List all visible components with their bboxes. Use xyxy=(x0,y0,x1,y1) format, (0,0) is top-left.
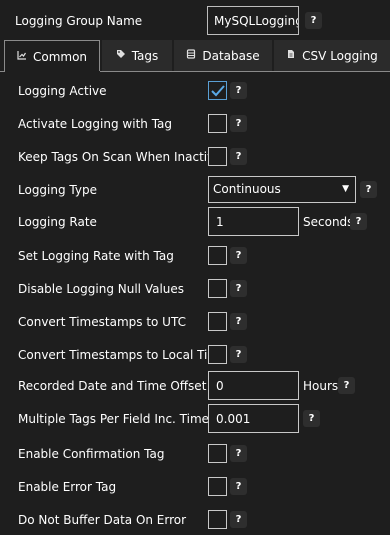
chevron-down-icon: ▼ xyxy=(342,184,349,194)
row-keep-tags-on-scan: Keep Tags On Scan When Inactive ? xyxy=(0,144,390,170)
tab-csv-logging[interactable]: CSV Logging xyxy=(274,40,390,71)
tab-database-label: Database xyxy=(202,48,260,63)
row-enable-error: Enable Error Tag ? xyxy=(0,474,390,500)
multi-tags-inc-label: Multiple Tags Per Field Inc. Time xyxy=(18,412,210,426)
set-rate-with-tag-checkbox[interactable] xyxy=(208,246,227,265)
enable-error-label: Enable Error Tag xyxy=(18,480,117,494)
row-logging-rate: Logging Rate Seconds ? xyxy=(0,207,390,237)
logging-active-label: Logging Active xyxy=(18,84,107,98)
multi-tags-inc-help-button[interactable]: ? xyxy=(303,410,320,427)
group-name-input[interactable] xyxy=(207,6,299,35)
enable-confirm-help-button[interactable]: ? xyxy=(230,445,247,462)
logging-rate-input[interactable] xyxy=(208,207,299,236)
activate-with-tag-checkbox[interactable] xyxy=(208,114,227,133)
row-recorded-offset: Recorded Date and Time Offset Hours ? xyxy=(0,371,390,401)
logging-rate-unit: Seconds xyxy=(303,215,354,229)
row-convert-local: Convert Timestamps to Local Time ? xyxy=(0,342,390,368)
disable-null-help-button[interactable]: ? xyxy=(230,280,247,297)
row-disable-null: Disable Logging Null Values ? xyxy=(0,276,390,302)
tab-tags[interactable]: Tags xyxy=(102,40,172,71)
no-buffer-label: Do Not Buffer Data On Error xyxy=(18,513,187,527)
activate-with-tag-label: Activate Logging with Tag xyxy=(18,117,173,131)
tag-icon xyxy=(116,49,126,62)
enable-confirm-label: Enable Confirmation Tag xyxy=(18,447,165,461)
convert-local-checkbox[interactable] xyxy=(208,345,227,364)
no-buffer-help-button[interactable]: ? xyxy=(230,511,247,528)
enable-error-help-button[interactable]: ? xyxy=(230,478,247,495)
logging-active-help-button[interactable]: ? xyxy=(230,82,247,99)
logging-rate-label: Logging Rate xyxy=(18,215,97,229)
file-icon xyxy=(286,49,296,62)
row-convert-utc: Convert Timestamps to UTC ? xyxy=(0,309,390,335)
disable-null-checkbox[interactable] xyxy=(208,279,227,298)
no-buffer-checkbox[interactable] xyxy=(208,510,227,529)
set-rate-with-tag-label: Set Logging Rate with Tag xyxy=(18,249,174,263)
convert-utc-label: Convert Timestamps to UTC xyxy=(18,315,186,329)
row-no-buffer: Do Not Buffer Data On Error ? xyxy=(0,507,390,533)
tab-tags-label: Tags xyxy=(131,48,159,63)
checkmark-icon xyxy=(211,85,225,97)
enable-error-checkbox[interactable] xyxy=(208,477,227,496)
keep-tags-on-scan-checkbox[interactable] xyxy=(208,147,227,166)
logging-type-value: Continuous xyxy=(213,182,281,196)
convert-local-help-button[interactable]: ? xyxy=(230,346,247,363)
tab-csv-logging-label: CSV Logging xyxy=(302,48,378,63)
convert-utc-checkbox[interactable] xyxy=(208,312,227,331)
group-name-label: Logging Group Name xyxy=(15,14,143,28)
row-logging-active: Logging Active ? xyxy=(0,78,390,104)
disable-null-label: Disable Logging Null Values xyxy=(18,282,185,296)
convert-local-label: Convert Timestamps to Local Time xyxy=(18,348,227,362)
database-icon xyxy=(186,49,196,62)
row-activate-with-tag: Activate Logging with Tag ? xyxy=(0,111,390,137)
activate-with-tag-help-button[interactable]: ? xyxy=(230,115,247,132)
enable-confirm-checkbox[interactable] xyxy=(208,444,227,463)
row-logging-type: Logging Type Continuous ▼ ? xyxy=(0,176,390,204)
recorded-offset-input[interactable] xyxy=(208,371,299,400)
row-enable-confirm: Enable Confirmation Tag ? xyxy=(0,441,390,467)
logging-type-select[interactable]: Continuous ▼ xyxy=(208,176,356,203)
row-multi-tags-inc: Multiple Tags Per Field Inc. Time ? xyxy=(0,404,390,434)
keep-tags-on-scan-help-button[interactable]: ? xyxy=(230,148,247,165)
convert-utc-help-button[interactable]: ? xyxy=(230,313,247,330)
recorded-offset-help-button[interactable]: ? xyxy=(338,377,355,394)
tab-bar: Common Tags Database CSV Logging xyxy=(4,40,390,72)
group-name-help-button[interactable]: ? xyxy=(305,12,322,29)
tab-common-label: Common xyxy=(32,49,88,64)
logging-rate-help-button[interactable]: ? xyxy=(350,213,367,230)
tab-database[interactable]: Database xyxy=(174,40,272,71)
recorded-offset-unit: Hours xyxy=(303,379,339,393)
chart-icon xyxy=(17,50,27,63)
keep-tags-on-scan-label: Keep Tags On Scan When Inactive xyxy=(18,150,222,164)
set-rate-with-tag-help-button[interactable]: ? xyxy=(230,247,247,264)
multi-tags-inc-input[interactable] xyxy=(208,404,299,433)
logging-type-label: Logging Type xyxy=(18,183,97,197)
logging-active-checkbox[interactable] xyxy=(208,81,227,100)
row-set-rate-with-tag: Set Logging Rate with Tag ? xyxy=(0,243,390,269)
recorded-offset-label: Recorded Date and Time Offset xyxy=(18,379,207,393)
logging-type-help-button[interactable]: ? xyxy=(360,181,377,198)
tab-common[interactable]: Common xyxy=(4,40,100,72)
